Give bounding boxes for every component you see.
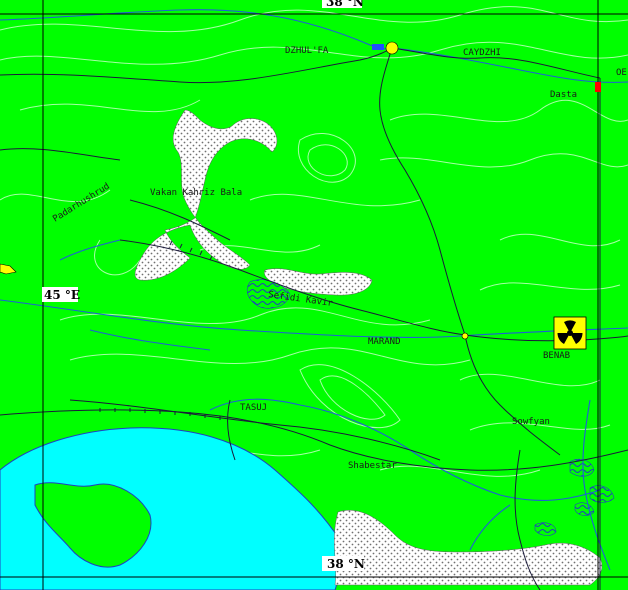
place-label-marand[interactable]: MARAND [368, 337, 401, 347]
place-label-dzhulfa[interactable]: DZHUL'FA [285, 46, 329, 56]
topographic-map[interactable]: 38 °N 45 °E 38 °N DZHUL'FA CAYDZHI Dasta… [0, 0, 628, 590]
place-label-shabestar[interactable]: Shabestar [348, 461, 397, 471]
place-label-benab[interactable]: BENAB [543, 351, 570, 361]
radiation-hazard-icon[interactable] [553, 316, 587, 350]
place-label-dasta[interactable]: Dasta [550, 90, 577, 100]
place-label-tasuj[interactable]: TASUJ [240, 403, 267, 413]
place-label-vakan-kahriz[interactable]: Vakan Kahriz Bala [150, 188, 242, 198]
left-lon-label: 45 °E [44, 288, 80, 302]
bottom-lat-label: 38 °N [327, 557, 365, 571]
place-label-caydzhi[interactable]: CAYDZHI [463, 48, 501, 58]
top-lat-label: 38 °N [326, 0, 364, 9]
place-label-edge[interactable]: OE [616, 68, 627, 78]
place-label-sowfyan[interactable]: Sowfyan [512, 417, 550, 427]
